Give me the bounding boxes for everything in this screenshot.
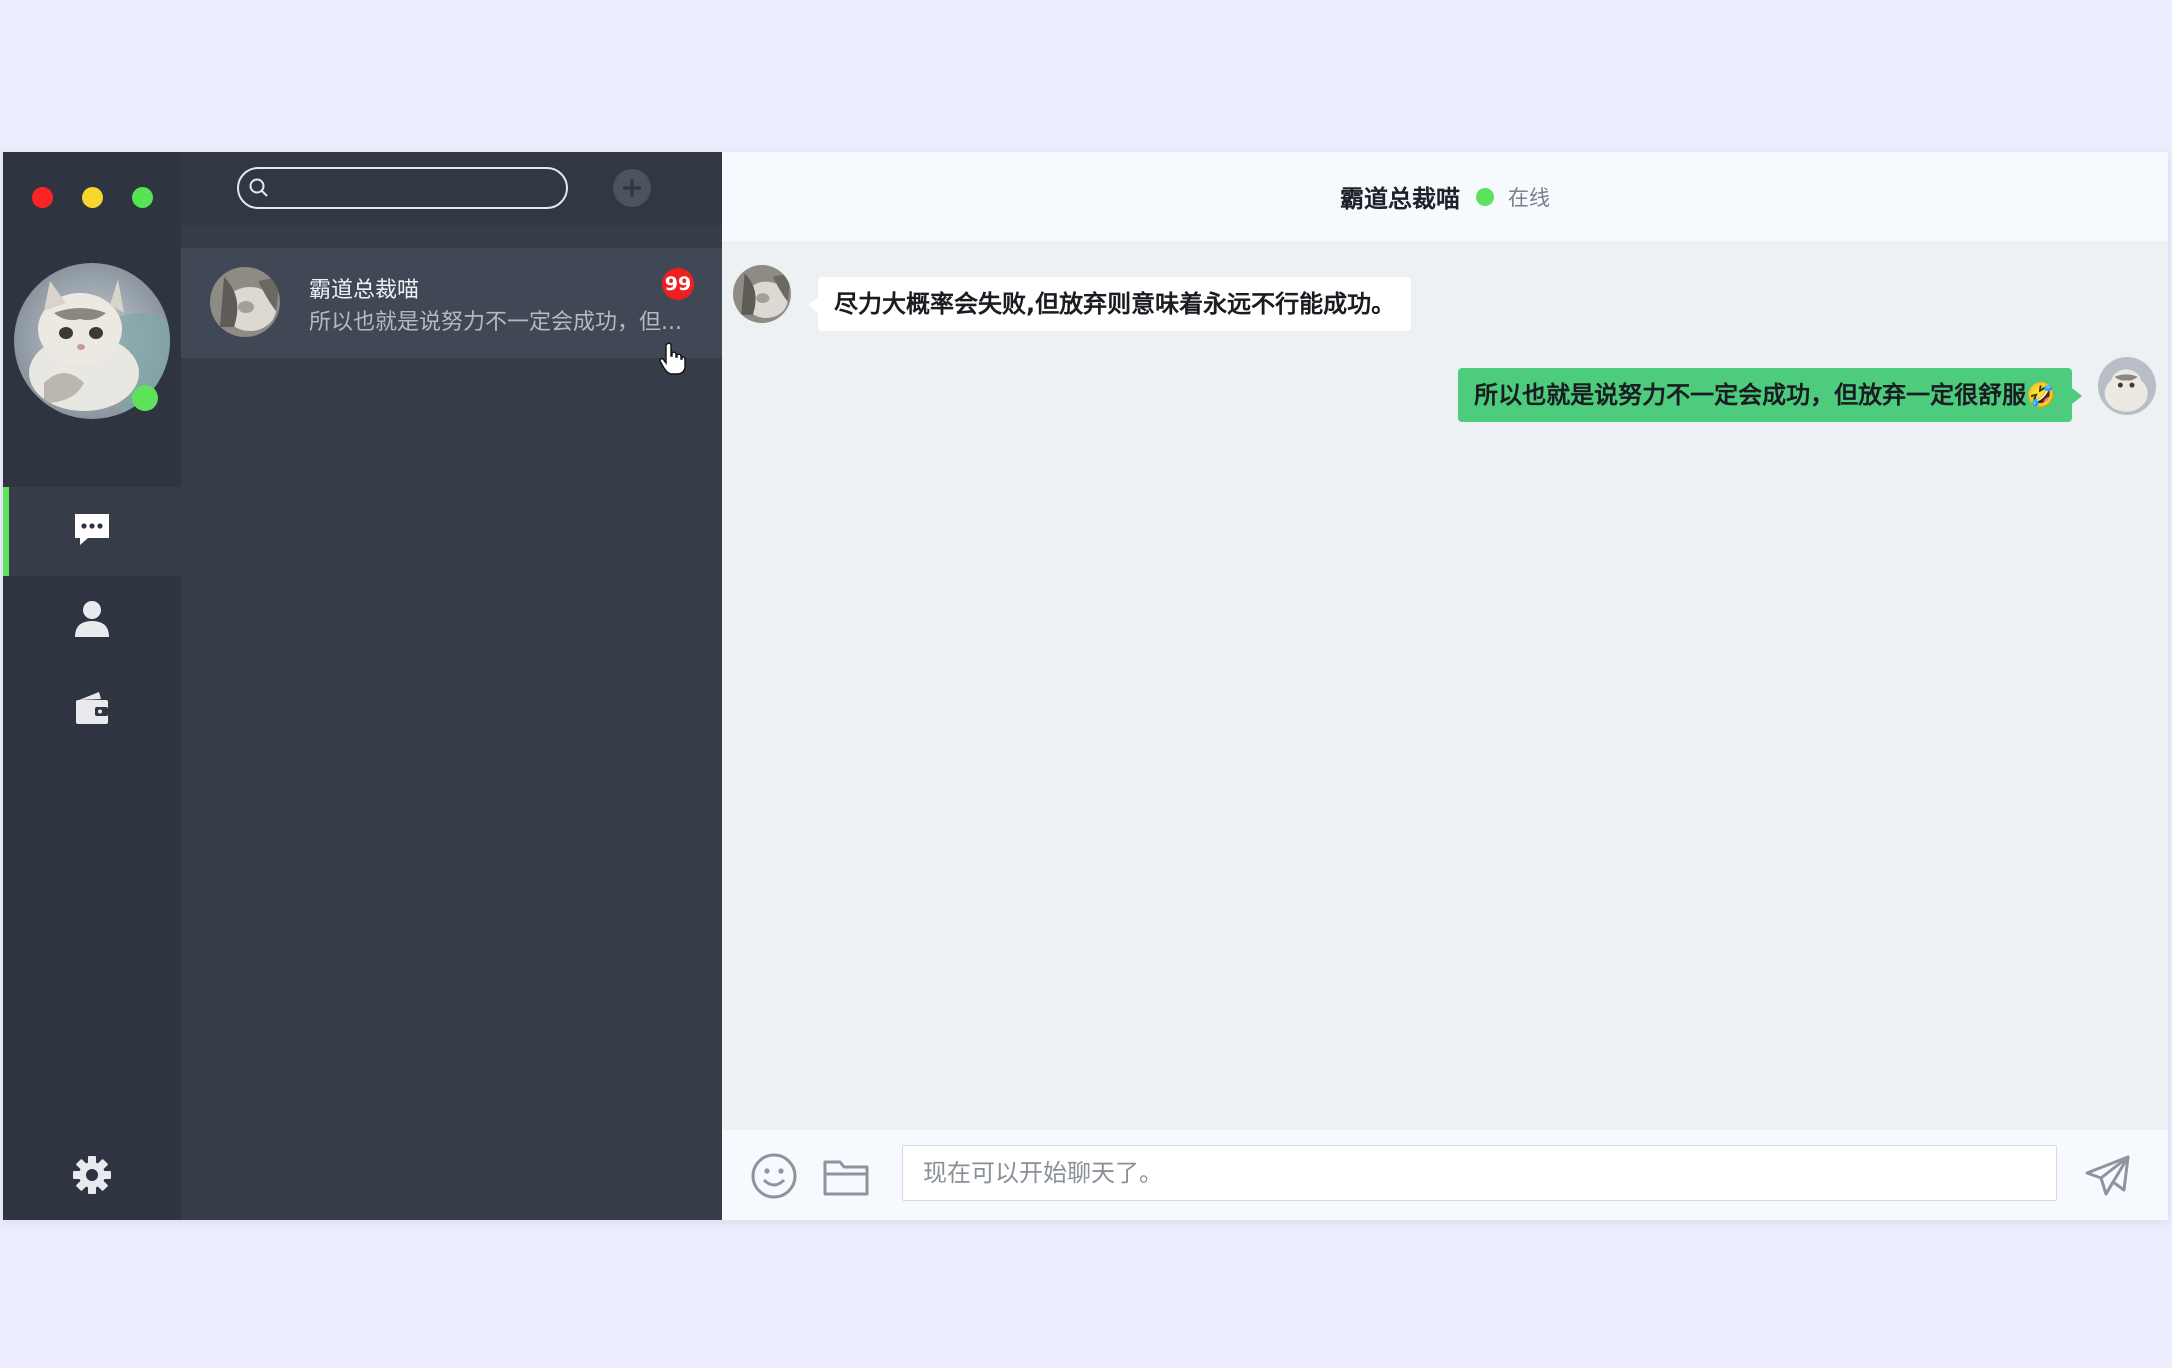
smiley-icon	[750, 1153, 798, 1204]
online-status-dot	[1476, 187, 1494, 206]
chat-icon	[72, 511, 112, 553]
search-input[interactable]	[275, 169, 559, 209]
message-composer	[722, 1130, 2168, 1220]
nav-contacts[interactable]	[3, 576, 181, 665]
own-message-avatar	[2098, 357, 2156, 415]
list-header	[181, 152, 722, 225]
send-button[interactable]	[2084, 1152, 2132, 1200]
plus-icon	[613, 179, 651, 211]
search-box[interactable]	[237, 167, 568, 209]
unread-count-badge: 99	[662, 268, 694, 300]
paper-plane-send-icon	[2084, 1155, 2132, 1204]
active-indicator	[3, 487, 9, 576]
emoji-button[interactable]	[750, 1152, 798, 1200]
chat-header: 霸道总裁喵 在线	[722, 152, 2168, 241]
hand-pointer-cursor-icon	[658, 342, 688, 376]
maximize-window-button[interactable]	[132, 187, 153, 208]
chat-title: 霸道总裁喵	[1340, 185, 1460, 213]
search-icon	[249, 178, 269, 202]
incoming-message-bubble: 尽力大概率会失败,但放弃则意味着永远不行能成功。	[807, 277, 1412, 331]
conversation-list-panel: 霸道总裁喵 所以也就是说努力不一定会成功，但... 99	[181, 152, 722, 1220]
nav-chats[interactable]	[3, 487, 181, 576]
minimize-window-button[interactable]	[82, 187, 103, 208]
attach-file-button[interactable]	[822, 1152, 870, 1200]
contact-name: 霸道总裁喵	[309, 278, 420, 303]
conversation-item[interactable]: 霸道总裁喵 所以也就是说努力不一定会成功，但... 99	[181, 248, 722, 358]
close-window-button[interactable]	[32, 187, 53, 208]
contact-avatar	[210, 267, 280, 337]
settings-button[interactable]	[3, 1152, 181, 1202]
last-message-preview: 所以也就是说努力不一定会成功，但...	[309, 310, 682, 335]
window-controls	[32, 187, 153, 208]
online-status-text: 在线	[1508, 185, 1550, 210]
left-nav-rail	[3, 152, 181, 1220]
nav-wallet[interactable]	[3, 665, 181, 754]
user-avatar[interactable]	[14, 263, 170, 419]
message-input[interactable]	[902, 1145, 2057, 1201]
wallet-icon	[73, 690, 111, 730]
folder-icon	[822, 1160, 870, 1204]
contacts-icon	[73, 599, 111, 643]
outgoing-message-bubble: 所以也就是说努力不一定会成功，但放弃一定很舒服🤣	[1458, 368, 2082, 422]
chat-app-window: 霸道总裁喵 所以也就是说努力不一定会成功，但... 99 霸道总裁喵 在线 尽力…	[3, 152, 2168, 1220]
chat-panel: 霸道总裁喵 在线 尽力大概率会失败,但放弃则意味着永远不行能成功。 所以也就是说…	[722, 152, 2168, 1220]
online-status-dot	[132, 385, 158, 411]
gear-icon	[71, 1154, 113, 1200]
add-conversation-button[interactable]	[613, 169, 651, 207]
contact-message-avatar	[733, 265, 791, 323]
